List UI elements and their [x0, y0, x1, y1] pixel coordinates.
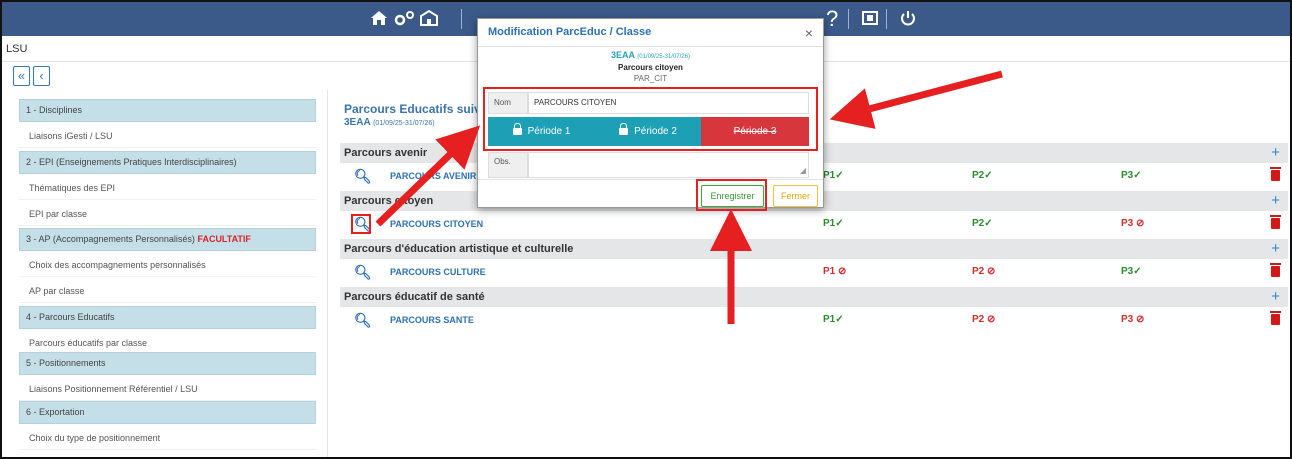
screen: ? LSU « ‹ 1 - Disciplines Liaisons iGest…	[0, 0, 1292, 459]
annotation-arrows	[375, 70, 1003, 324]
arrow-to-periods	[829, 70, 1003, 129]
arrow-from-search	[375, 125, 481, 227]
